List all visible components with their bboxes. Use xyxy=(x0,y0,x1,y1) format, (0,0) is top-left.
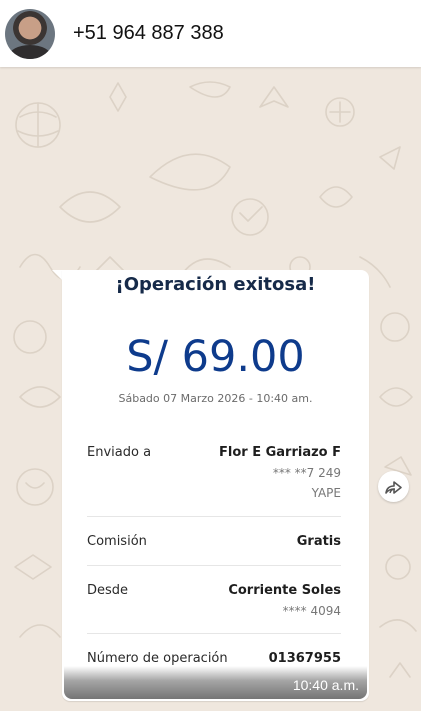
avatar-shoulders xyxy=(9,44,51,59)
receipt-title: ¡Operación exitosa! xyxy=(115,274,316,295)
sent-to-app: YAPE xyxy=(311,486,341,500)
receipt-date: Sábado 07 Marzo 2026 - 10:40 am. xyxy=(118,392,313,405)
divider xyxy=(87,516,341,517)
operation-number-value: 01367955 xyxy=(268,651,341,666)
message-time: 10:40 a.m. xyxy=(292,677,359,693)
commission-label: Comisión xyxy=(87,534,147,549)
divider xyxy=(87,633,341,634)
forward-arrow-icon xyxy=(384,480,402,494)
chat-header: +51 964 887 388 xyxy=(0,0,421,67)
receipt-amount: S/ 69.00 xyxy=(126,332,305,382)
operation-number-label: Número de operación xyxy=(87,651,228,666)
from-account: Corriente Soles xyxy=(228,583,341,598)
from-label: Desde xyxy=(87,583,129,598)
sent-to-phone: *** **7 249 xyxy=(272,466,341,480)
message-bubble[interactable]: ¡Operación exitosa! S/ 69.00 Sábado 07 M… xyxy=(62,270,369,701)
divider xyxy=(87,565,341,566)
sent-to-name: Flor E Garriazo F xyxy=(218,445,341,460)
sent-to-label: Enviado a xyxy=(87,445,152,460)
from-account-number: **** 4094 xyxy=(282,604,341,618)
forward-button[interactable] xyxy=(378,471,409,502)
contact-avatar[interactable] xyxy=(5,8,55,59)
commission-value: Gratis xyxy=(296,534,341,549)
contact-name[interactable]: +51 964 887 388 xyxy=(73,22,224,45)
